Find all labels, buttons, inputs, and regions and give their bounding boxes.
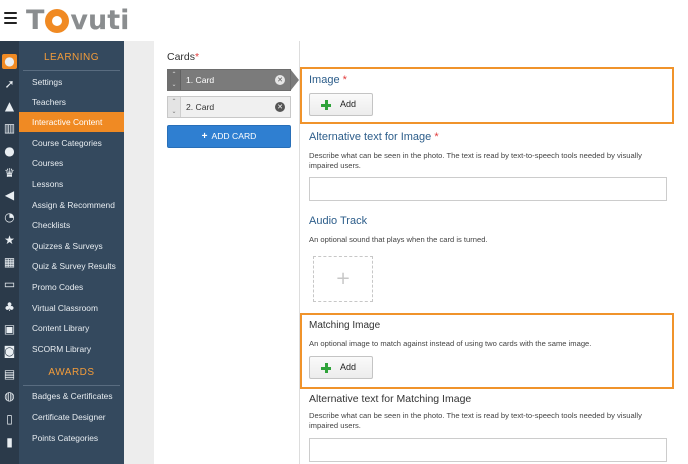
address-book-icon[interactable]: ▮ — [2, 435, 17, 450]
alt-text-field-title: Alternative text for Image * — [309, 131, 439, 143]
alt-text-title-text: Alternative text for Image — [309, 131, 432, 143]
sidebar-item-courses[interactable]: Courses — [19, 153, 124, 173]
matching-image-description: An optional image to match against inste… — [309, 339, 592, 348]
megaphone-icon[interactable]: ◀ — [2, 188, 17, 203]
sidebar-item-checklists[interactable]: Checklists — [19, 215, 124, 235]
image-add-button[interactable]: Add — [309, 93, 373, 116]
required-mark: * — [434, 131, 439, 143]
sidebar-item-points-categories[interactable]: Points Categories — [19, 428, 124, 448]
nav-header-awards: AWARDS — [48, 367, 95, 378]
users-icon[interactable]: ● — [2, 144, 17, 159]
calendar-icon[interactable]: ▤ — [2, 367, 17, 382]
rss-icon[interactable]: ◔ — [2, 210, 17, 225]
required-mark: * — [195, 51, 200, 63]
required-mark: * — [342, 74, 347, 86]
main-content: Cards* ⌃ ⌄ 1. Card ✕ ⌃ ⌄ 2. Card ✕ + ADD CA… — [154, 41, 688, 464]
sidebar-item-assign-recommend[interactable]: Assign & Recommend — [19, 195, 124, 215]
logo-badge-icon[interactable]: ● — [2, 54, 17, 69]
matching-alt-text-input[interactable] — [309, 438, 667, 462]
comments-icon[interactable]: ◍ — [2, 389, 17, 404]
sidebar-item-quiz-survey-results[interactable]: Quiz & Survey Results — [19, 256, 124, 276]
card-list-item-2[interactable]: ⌃ ⌄ 2. Card ✕ — [167, 96, 291, 118]
sidebar-item-scorm-library[interactable]: SCORM Library — [19, 339, 124, 359]
plus-icon: + — [201, 131, 208, 142]
matching-image-title: Matching Image — [309, 320, 381, 331]
sitemap-icon[interactable]: ♣ — [2, 300, 17, 315]
image-field-title: Image * — [309, 74, 347, 86]
tovuti-logo[interactable]: T vuti — [26, 4, 129, 36]
card-label: 2. Card — [186, 102, 215, 112]
star-icon[interactable]: ★ — [2, 233, 17, 248]
alt-text-input[interactable] — [309, 177, 667, 201]
add-card-button[interactable]: + ADD CARD — [167, 125, 291, 148]
drag-handle-icon[interactable]: ⌃ ⌄ — [168, 70, 181, 90]
plus-icon — [321, 100, 331, 110]
card-form: Image * Add Alternative text for Image *… — [299, 41, 688, 464]
sidebar-item-virtual-classroom[interactable]: Virtual Classroom — [19, 298, 124, 318]
hamburger-menu-icon[interactable] — [4, 12, 17, 26]
sidebar-nav: LEARNING Settings Teachers Interactive C… — [19, 41, 124, 464]
add-label: Add — [340, 362, 357, 372]
sidebar-item-badges-certificates[interactable]: Badges & Certificates — [19, 386, 124, 406]
plus-icon — [321, 363, 331, 373]
alt-text-description: Describe what can be seen in the photo. … — [309, 151, 642, 170]
cards-label: Cards* — [167, 51, 199, 63]
cards-label-text: Cards — [167, 51, 196, 63]
sidebar-item-teachers[interactable]: Teachers — [19, 92, 124, 112]
sidebar-item-course-categories[interactable]: Course Categories — [19, 133, 124, 153]
nav-divider — [23, 70, 120, 71]
remove-card-icon[interactable]: ✕ — [275, 75, 285, 85]
logo-text-start: T — [26, 4, 45, 36]
logo-mark-icon — [45, 9, 70, 33]
contacts-icon[interactable]: ▣ — [2, 322, 17, 337]
sidebar-item-lessons[interactable]: Lessons — [19, 174, 124, 194]
sidebar-item-certificate-designer[interactable]: Certificate Designer — [19, 407, 124, 427]
cart-icon[interactable]: ◙ — [2, 344, 17, 359]
matching-alt-text-description: Describe what can be seen in the photo. … — [309, 411, 642, 430]
trophy-icon[interactable]: ♛ — [2, 166, 17, 181]
credit-card-icon[interactable]: ▭ — [2, 277, 17, 292]
icon-strip: ● ➚ ▲ ▥ ● ♛ ◀ ◔ ★ ▦ ▭ ♣ ▣ ◙ ▤ ◍ ▯ ▮ — [0, 41, 19, 464]
drag-handle-icon[interactable]: ⌃ ⌄ — [168, 97, 181, 117]
sidebar-item-promo-codes[interactable]: Promo Codes — [19, 277, 124, 297]
file-icon[interactable]: ▯ — [2, 412, 17, 427]
rocket-icon[interactable]: ➚ — [2, 77, 17, 92]
matching-image-add-button[interactable]: Add — [309, 356, 373, 379]
graduation-cap-icon[interactable]: ▲ — [2, 99, 17, 114]
nav-header-learning: LEARNING — [43, 52, 100, 63]
audio-track-description: An optional sound that plays when the ca… — [309, 235, 488, 244]
top-bar: T vuti — [0, 0, 688, 41]
image-title-text: Image — [309, 74, 340, 86]
card-list-item-1[interactable]: ⌃ ⌄ 1. Card ✕ — [167, 69, 299, 91]
card-label: 1. Card — [186, 75, 215, 85]
bar-chart-icon[interactable]: ▥ — [2, 121, 17, 136]
content-gutter — [124, 41, 154, 464]
table-icon[interactable]: ▦ — [2, 255, 17, 270]
add-label: Add — [340, 99, 357, 109]
audio-upload-box[interactable]: + — [313, 256, 373, 302]
audio-track-title: Audio Track — [309, 215, 368, 227]
app-window: T vuti ● ➚ ▲ ▥ ● ♛ ◀ ◔ ★ ▦ ▭ ♣ ▣ ◙ ▤ ◍ ▯… — [0, 0, 688, 464]
sidebar-item-content-library[interactable]: Content Library — [19, 318, 124, 338]
sidebar-item-settings[interactable]: Settings — [19, 72, 124, 92]
sidebar-item-quizzes-surveys[interactable]: Quizzes & Surveys — [19, 236, 124, 256]
add-card-label: ADD CARD — [211, 131, 257, 141]
remove-card-icon[interactable]: ✕ — [275, 102, 285, 112]
matching-alt-text-title: Alternative text for Matching Image — [309, 393, 472, 405]
sidebar-item-interactive-content[interactable]: Interactive Content — [19, 112, 124, 132]
logo-text-end: vuti — [70, 4, 130, 36]
